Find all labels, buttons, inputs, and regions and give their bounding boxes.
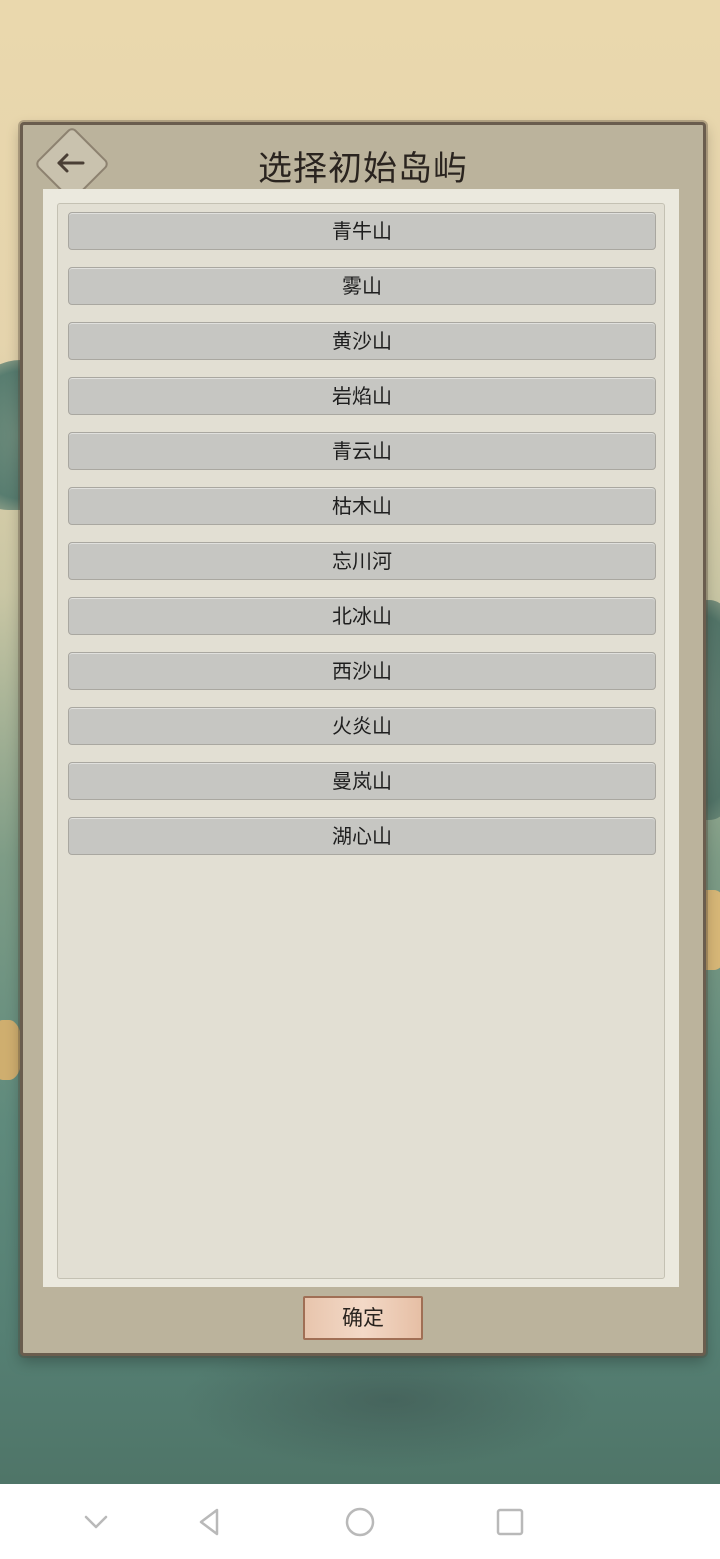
recents-square-icon[interactable]	[494, 1506, 526, 1538]
system-nav-bar	[0, 1484, 720, 1559]
island-option[interactable]: 湖心山	[68, 817, 656, 855]
island-option[interactable]: 枯木山	[68, 487, 656, 525]
back-triangle-icon[interactable]	[193, 1506, 225, 1538]
island-list[interactable]: 青牛山雾山黄沙山岩焰山青云山枯木山忘川河北冰山西沙山火炎山曼岚山湖心山	[57, 203, 665, 1279]
confirm-button[interactable]: 确定	[303, 1296, 423, 1340]
island-option[interactable]: 青牛山	[68, 212, 656, 250]
island-option[interactable]: 北冰山	[68, 597, 656, 635]
island-option[interactable]: 忘川河	[68, 542, 656, 580]
island-sand	[0, 1020, 22, 1080]
island-option[interactable]: 黄沙山	[68, 322, 656, 360]
island-option[interactable]: 雾山	[68, 267, 656, 305]
select-island-dialog: 选择初始岛屿 青牛山雾山黄沙山岩焰山青云山枯木山忘川河北冰山西沙山火炎山曼岚山湖…	[20, 122, 706, 1356]
island-option[interactable]: 岩焰山	[68, 377, 656, 415]
island-option[interactable]: 火炎山	[68, 707, 656, 745]
island-option[interactable]: 曼岚山	[68, 762, 656, 800]
chevron-down-icon[interactable]	[80, 1506, 112, 1538]
home-circle-icon[interactable]	[344, 1506, 376, 1538]
island-option[interactable]: 西沙山	[68, 652, 656, 690]
island-option[interactable]: 青云山	[68, 432, 656, 470]
island-list-panel: 青牛山雾山黄沙山岩焰山青云山枯木山忘川河北冰山西沙山火炎山曼岚山湖心山	[43, 189, 679, 1287]
dialog-title: 选择初始岛屿	[258, 149, 468, 189]
